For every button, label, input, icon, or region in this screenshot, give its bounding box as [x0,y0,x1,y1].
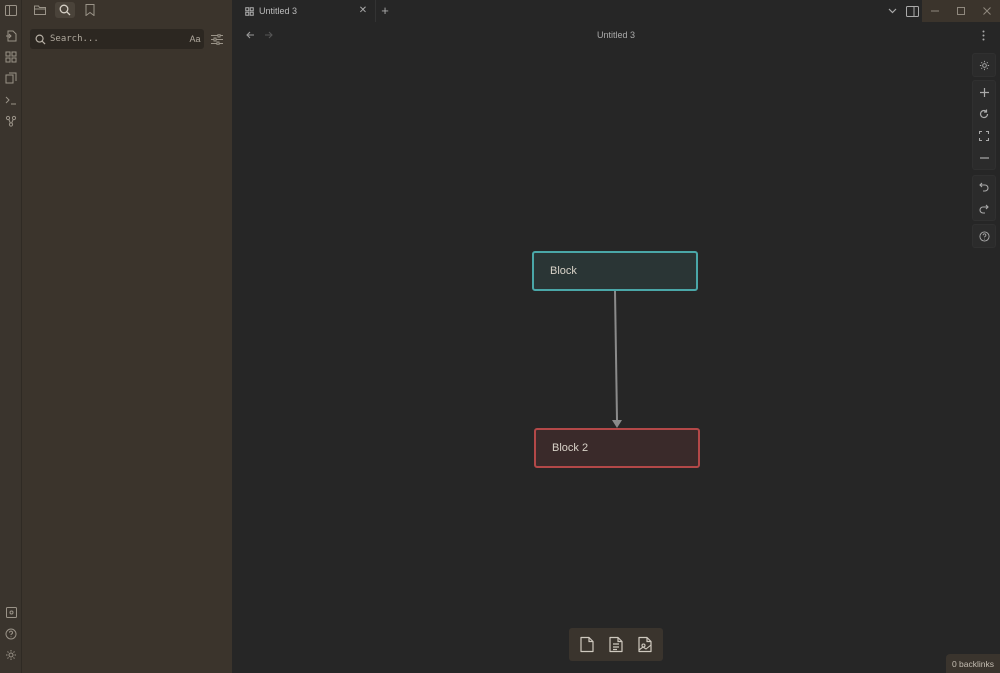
toggle-sidebar-icon[interactable] [3,2,19,18]
minimize-button[interactable] [922,0,948,22]
canvas-node-block-2[interactable]: Block 2 [534,428,700,468]
edge-block-to-block-2 [614,290,618,421]
app-window: Aa Untitled 3 ✕ + [0,0,1000,673]
search-icon [30,34,50,45]
view-header: Untitled 3 [232,22,1000,48]
canvas-icon [245,6,255,16]
view-title[interactable]: Untitled 3 [232,30,1000,40]
search-settings-icon[interactable] [209,31,225,47]
canvas-view[interactable]: Block Block 2 [232,48,1000,673]
close-tab-icon[interactable]: ✕ [357,4,369,16]
left-sidebar: Aa [22,0,232,673]
open-quick-switcher-icon[interactable] [3,28,19,44]
node-label: Block 2 [552,442,589,454]
more-options-icon[interactable] [976,28,990,42]
match-case-toggle[interactable]: Aa [186,34,204,44]
add-card-icon[interactable] [575,633,599,657]
search-tab-icon[interactable] [55,2,75,18]
command-palette-icon[interactable] [3,92,19,108]
add-note-icon[interactable] [604,633,628,657]
toggle-right-sidebar-icon[interactable] [904,4,920,18]
zoom-out-icon[interactable] [973,147,995,169]
zoom-in-icon[interactable] [973,81,995,103]
reset-zoom-icon[interactable] [973,103,995,125]
sidebar-tab-bar [22,0,232,20]
add-media-icon[interactable] [633,633,657,657]
new-tab-button[interactable]: + [378,3,392,18]
bookmark-icon[interactable] [80,2,100,18]
edge-arrowhead [612,420,622,428]
daily-notes-icon[interactable] [3,70,19,86]
tab-untitled-3[interactable]: Untitled 3 ✕ [240,0,376,22]
vault-icon[interactable] [3,604,19,620]
left-ribbon [0,0,22,673]
help-group [972,224,996,248]
search-input[interactable] [50,34,186,44]
canvas-settings-icon[interactable] [973,54,995,76]
canvas-edges [612,290,622,428]
close-window-button[interactable] [974,0,1000,22]
file-explorer-icon[interactable] [30,2,50,18]
canvas-icon[interactable] [3,49,19,65]
zoom-to-fit-icon[interactable] [973,125,995,147]
tab-label: Untitled 3 [259,6,298,16]
settings-icon[interactable] [3,647,19,663]
search-box: Aa [30,29,204,49]
tab-list-chevron-icon[interactable] [884,6,900,16]
tab-bar: Untitled 3 ✕ + [232,0,1000,22]
history-controls-group [972,175,996,221]
undo-icon[interactable] [973,176,995,198]
window-controls [922,0,1000,22]
node-label: Block [550,265,577,277]
zoom-controls-group [972,80,996,170]
canvas-help-icon[interactable] [973,225,995,247]
canvas-settings-group [972,53,996,77]
canvas-node-block[interactable]: Block [532,251,698,291]
graph-icon[interactable] [3,113,19,129]
canvas-bottom-toolbar [569,628,663,661]
maximize-button[interactable] [948,0,974,22]
help-icon[interactable] [3,626,19,642]
backlinks-status[interactable]: 0 backlinks [945,654,1000,673]
redo-icon[interactable] [973,198,995,220]
